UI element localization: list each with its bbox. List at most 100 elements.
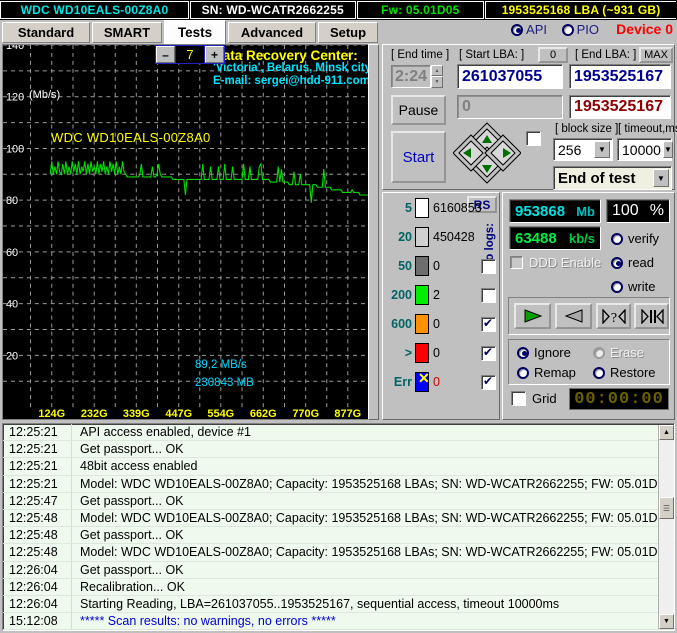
stats-row-color-swatch bbox=[415, 198, 429, 218]
jump-to-end-button[interactable] bbox=[634, 303, 669, 329]
victoria-hdd-app: WDC WD10EALS-00Z8A0 SN: WD-WCATR2662255 … bbox=[0, 0, 677, 633]
log-row[interactable]: 12:26:04 Starting Reading, LBA=261037055.… bbox=[3, 595, 674, 614]
device-label: Device 0 bbox=[616, 21, 673, 37]
log-row-message: ***** Scan results: no warnings, no erro… bbox=[80, 614, 336, 629]
end-of-test-select[interactable]: End of test ▼ bbox=[553, 166, 672, 190]
navigation-diamond[interactable] bbox=[453, 121, 521, 185]
log-row[interactable]: 12:26:04 Get passport... OK bbox=[3, 561, 674, 579]
size-readout-unit: Mb bbox=[576, 203, 595, 219]
start-lba-zero-button[interactable]: 0 bbox=[538, 47, 568, 63]
log-row[interactable]: 12:25:47 Get passport... OK bbox=[3, 492, 674, 510]
end-time-spinner-up[interactable]: ▲ bbox=[431, 65, 443, 76]
svg-text:447G: 447G bbox=[165, 408, 192, 419]
ddd-enable-checkbox[interactable] bbox=[510, 256, 523, 269]
nav-lock-checkbox[interactable] bbox=[526, 131, 541, 146]
block-time-stats-panel: RS 5 6160853 20 450428 50 0 200 2 600 0 >0 Err ✕ 0 to… bbox=[382, 192, 500, 420]
radio-api[interactable]: API bbox=[511, 22, 547, 37]
log-row[interactable]: 12:25:21 API access enabled, device #1 bbox=[3, 424, 674, 442]
op-verify-radio bbox=[611, 232, 623, 245]
svg-text:339G: 339G bbox=[123, 408, 150, 419]
branding-line-3: E-mail: sergei@hdd-911.com bbox=[212, 75, 370, 87]
chevron-down-icon: ▼ bbox=[594, 141, 610, 158]
log-row[interactable]: 12:25:21 Get passport... OK bbox=[3, 441, 674, 459]
radio-pio-dot bbox=[561, 23, 574, 36]
tab-standard[interactable]: Standard bbox=[2, 22, 90, 43]
play-forward-button[interactable] bbox=[514, 303, 551, 329]
chart-scrollbar[interactable] bbox=[368, 44, 379, 420]
radio-pio[interactable]: PIO bbox=[561, 22, 599, 37]
log-row-time: 12:26:04 bbox=[9, 562, 58, 577]
log-row-time: 12:25:21 bbox=[9, 476, 58, 491]
tab-advanced[interactable]: Advanced bbox=[228, 22, 316, 43]
log-row[interactable]: 12:25:48 Get passport... OK bbox=[3, 527, 674, 545]
stats-row-color-swatch bbox=[415, 285, 429, 305]
log-row-time: 12:25:21 bbox=[9, 459, 58, 474]
op-write[interactable]: write bbox=[611, 279, 655, 294]
action-restore[interactable]: Restore bbox=[593, 365, 656, 380]
end-time-spinner[interactable]: ▲ ▼ bbox=[431, 65, 443, 88]
log-scroll-up-button[interactable]: ▲ bbox=[659, 425, 674, 440]
grid-checkbox-row[interactable]: Grid bbox=[511, 391, 557, 406]
stats-row-log-checkbox[interactable] bbox=[481, 259, 496, 274]
elapsed-timer: 00:00:00 bbox=[569, 388, 669, 410]
start-lba-input[interactable]: 261037055 bbox=[457, 64, 563, 89]
stats-row-count: 0 bbox=[433, 259, 440, 273]
chart-zoom-spinner[interactable]: – 7 + bbox=[155, 45, 225, 64]
log-panel[interactable]: 12:25:21 API access enabled, device #1 12:… bbox=[2, 423, 675, 631]
stats-row-count: 6160853 bbox=[433, 201, 482, 215]
svg-text:554G: 554G bbox=[207, 408, 234, 419]
log-rows: 12:25:21 API access enabled, device #1 12:… bbox=[3, 424, 674, 630]
chart-zoom-plus-button[interactable]: + bbox=[205, 46, 224, 63]
drive-info-bar: WDC WD10EALS-00Z8A0 SN: WD-WCATR2662255 … bbox=[0, 0, 677, 20]
tab-setup[interactable]: Setup bbox=[318, 22, 378, 43]
log-row[interactable]: 15:12:08 ***** Scan results: no warnings,… bbox=[3, 613, 674, 630]
drive-model: WDC WD10EALS-00Z8A0 bbox=[0, 1, 189, 19]
op-verify[interactable]: verify bbox=[611, 231, 659, 246]
play-backward-button[interactable] bbox=[555, 303, 592, 329]
end-time-value: 2:24 bbox=[391, 65, 431, 88]
end-time-spinner-down[interactable]: ▼ bbox=[431, 76, 443, 88]
tab-tests[interactable]: Tests bbox=[164, 20, 226, 44]
stats-row-count: 2 bbox=[433, 288, 440, 302]
tab-smart[interactable]: SMART bbox=[92, 22, 162, 43]
svg-text:80: 80 bbox=[6, 195, 18, 207]
end-time-label: [ End time ] bbox=[391, 49, 450, 61]
grid-label: Grid bbox=[532, 391, 557, 406]
svg-text:40: 40 bbox=[6, 299, 18, 311]
pause-button[interactable]: Pause bbox=[391, 95, 446, 125]
start-button[interactable]: Start bbox=[391, 131, 446, 183]
jump-to-end-icon bbox=[640, 308, 664, 324]
timeout-select[interactable]: 10000 ▼ bbox=[617, 138, 673, 161]
scan-question-button[interactable]: ? bbox=[596, 303, 631, 329]
svg-text:140: 140 bbox=[6, 45, 24, 52]
log-scroll-thumb[interactable]: ☰ bbox=[659, 497, 674, 519]
action-ignore[interactable]: Ignore bbox=[517, 345, 571, 360]
svg-text:877G: 877G bbox=[334, 408, 361, 419]
block-size-select[interactable]: 256 ▼ bbox=[553, 138, 613, 161]
log-scroll-down-button[interactable]: ▼ bbox=[659, 614, 674, 629]
log-scrollbar[interactable]: ▲ ☰ ▼ bbox=[658, 425, 674, 629]
log-row-time: 12:26:04 bbox=[9, 579, 58, 594]
action-remap[interactable]: Remap bbox=[517, 365, 576, 380]
end-lba-input[interactable]: 1953525167 bbox=[569, 64, 671, 89]
op-write-radio bbox=[611, 280, 623, 293]
log-row[interactable]: 12:26:04 Recalibration... OK bbox=[3, 578, 674, 596]
log-row[interactable]: 12:25:21 48bit access enabled bbox=[3, 458, 674, 476]
ddd-enable-checkbox-row[interactable]: DDD Enable bbox=[510, 255, 601, 270]
end-lba-max-button[interactable]: MAX bbox=[639, 47, 673, 63]
block-size-label: [ block size ] bbox=[555, 123, 619, 135]
chart-zoom-minus-button[interactable]: – bbox=[156, 46, 175, 63]
stats-row-log-checkbox[interactable] bbox=[481, 345, 496, 361]
block-size-value: 256 bbox=[558, 141, 582, 158]
current-lba-display: 0 bbox=[457, 95, 563, 119]
stats-row-log-checkbox[interactable] bbox=[481, 374, 496, 390]
log-row[interactable]: 12:25:48 Model: WDC WD10EALS-00Z8A0; Capa… bbox=[3, 544, 674, 562]
log-row[interactable]: 12:25:21 Model: WDC WD10EALS-00Z8A0; Capa… bbox=[3, 475, 674, 493]
chart-unit-label: (Mb/s) bbox=[29, 89, 61, 101]
stats-row-log-checkbox[interactable] bbox=[481, 316, 496, 332]
grid-checkbox[interactable] bbox=[511, 391, 526, 406]
op-read[interactable]: read bbox=[611, 255, 654, 270]
stats-row-log-checkbox[interactable] bbox=[481, 288, 496, 303]
speed-chart[interactable]: 20 40 60 80 100 120 140 124G 232G 339G 447G 554G 662… bbox=[2, 44, 378, 420]
log-row[interactable]: 12:25:48 Model: WDC WD10EALS-00Z8A0; Capa… bbox=[3, 509, 674, 528]
